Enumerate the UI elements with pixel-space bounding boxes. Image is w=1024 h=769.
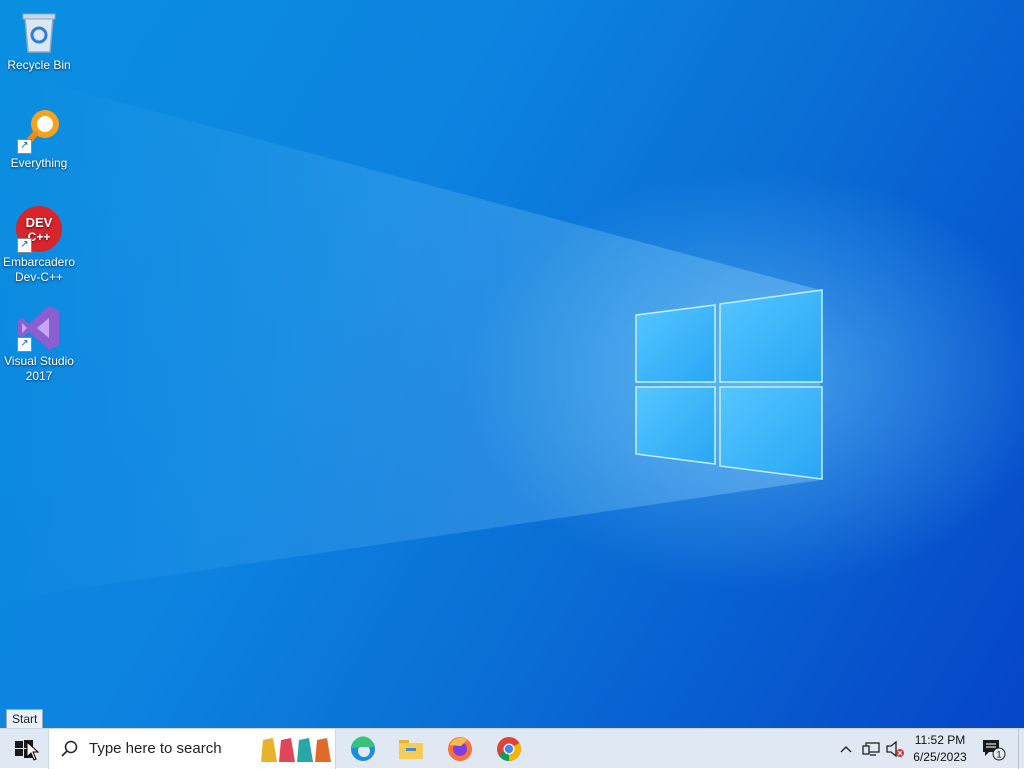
- tray-network[interactable]: [860, 729, 882, 769]
- edge-icon: [351, 736, 375, 761]
- notification-icon: 1: [983, 740, 1006, 761]
- everything-search-icon: ↗: [15, 106, 63, 154]
- search-highlights-icon: [261, 738, 331, 762]
- desktop-icon-label-line1: Visual Studio: [4, 354, 74, 368]
- show-desktop-button[interactable]: [1018, 729, 1024, 769]
- file-explorer-icon: [399, 740, 423, 759]
- action-center-button[interactable]: 1: [978, 729, 1008, 769]
- desktop: Recycle Bin ↗ Everything DEV C++ ↗ Embar…: [0, 0, 1024, 728]
- shortcut-arrow-icon: ↗: [17, 238, 32, 253]
- taskbar-chrome[interactable]: [485, 729, 533, 769]
- taskbar-firefox[interactable]: [436, 729, 484, 769]
- desktop-icon-devcpp[interactable]: DEV C++ ↗ Embarcadero Dev-C++: [2, 205, 76, 285]
- svg-text:DEV: DEV: [26, 215, 53, 230]
- start-button[interactable]: [0, 729, 48, 769]
- start-tooltip: Start: [6, 709, 44, 728]
- search-placeholder: Type here to search: [89, 740, 222, 757]
- taskbar-file-explorer[interactable]: [387, 729, 435, 769]
- desktop-icon-label-line1: Embarcadero: [2, 255, 76, 269]
- clock-time: 11:52 PM: [914, 733, 966, 747]
- clock-date: 6/25/2023: [913, 750, 967, 764]
- recycle-bin-icon: [15, 8, 63, 56]
- search-box[interactable]: Type here to search: [48, 729, 336, 769]
- taskbar-clock[interactable]: 11:52 PM 6/25/2023: [906, 732, 974, 766]
- svg-text:1: 1: [996, 750, 1001, 760]
- taskbar-edge[interactable]: [339, 729, 387, 769]
- devcpp-icon: DEV C++ ↗: [15, 205, 63, 253]
- desktop-icon-label: Recycle Bin: [7, 58, 71, 72]
- desktop-icon-label-line2: Dev-C++: [14, 270, 64, 284]
- tray-volume[interactable]: [884, 729, 906, 769]
- taskbar: Type here to search 11:52 PM 6/25/2023 1: [0, 728, 1024, 769]
- firefox-icon: [448, 737, 472, 761]
- visual-studio-icon: ↗: [15, 304, 63, 352]
- shortcut-arrow-icon: ↗: [17, 139, 32, 154]
- chevron-up-icon: [840, 746, 852, 753]
- desktop-icon-everything[interactable]: ↗ Everything: [2, 106, 76, 171]
- desktop-icon-visual-studio[interactable]: ↗ Visual Studio 2017: [2, 304, 76, 384]
- desktop-icon-label-line2: 2017: [25, 369, 53, 383]
- desktop-icon-recycle-bin[interactable]: Recycle Bin: [2, 8, 76, 73]
- desktop-icon-label: Everything: [10, 156, 68, 170]
- volume-muted-icon: [886, 740, 904, 758]
- search-icon: [61, 740, 78, 757]
- mouse-cursor-icon: [26, 741, 40, 761]
- shortcut-arrow-icon: ↗: [17, 337, 32, 352]
- chrome-icon: [497, 737, 522, 761]
- tray-overflow-button[interactable]: [836, 729, 856, 769]
- wallpaper-windows-logo: [0, 70, 823, 600]
- network-icon: [862, 742, 880, 756]
